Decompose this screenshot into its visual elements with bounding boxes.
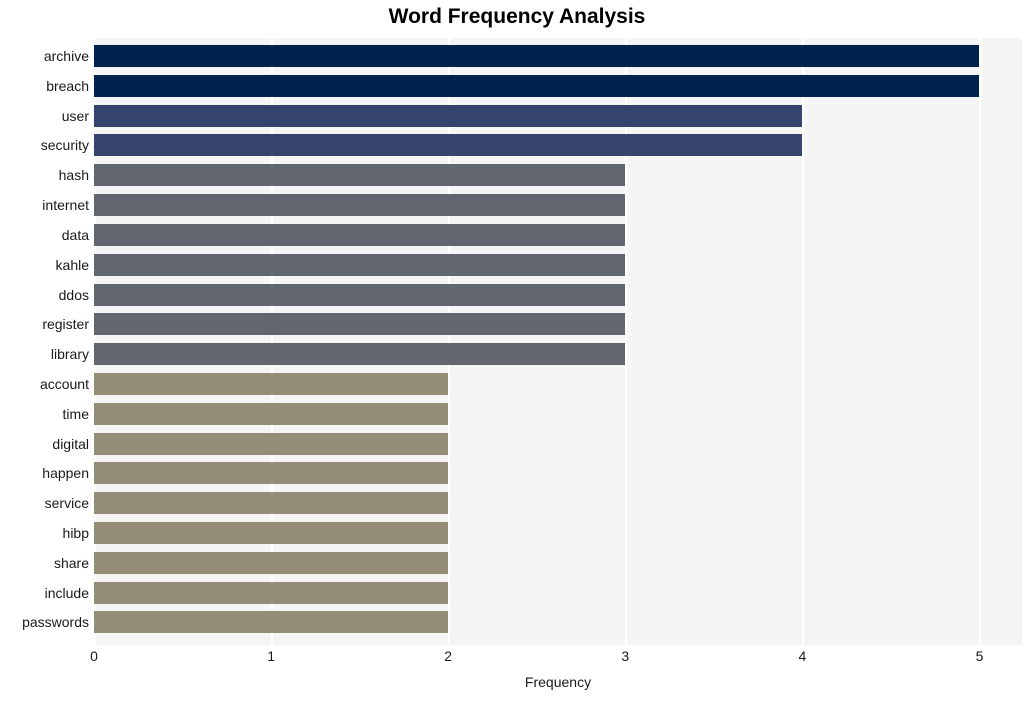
bar-library[interactable] (94, 343, 626, 366)
chart-figure: Word Frequency Analysis archive breach use… (0, 0, 1034, 701)
x-tick-label-5: 5 (975, 648, 984, 664)
bar-fill-hibp (94, 522, 449, 544)
bar-fill-breach (94, 74, 980, 97)
y-tick-label-time: time (62, 405, 89, 422)
bar-hash[interactable] (94, 164, 626, 187)
bar-breach[interactable] (94, 74, 980, 97)
bar-fill-kahle (94, 253, 626, 276)
y-tick-label-kahle: kahle (55, 256, 89, 273)
bar-kahle[interactable] (94, 253, 626, 276)
bar-fill-library (94, 343, 626, 366)
y-tick-label-data: data (61, 226, 89, 243)
plot-area (94, 38, 1022, 645)
x-tick-label-1: 1 (267, 648, 275, 664)
x-axis-title: Frequency (524, 674, 592, 690)
bar-data[interactable] (94, 223, 626, 246)
bar-share[interactable] (94, 551, 449, 574)
y-tick-label-archive: archive (43, 48, 89, 64)
bar-fill-hash (94, 164, 626, 187)
y-tick-label-happen: happen (42, 465, 89, 482)
gridline-x-2 (448, 38, 450, 645)
bar-passwords[interactable] (94, 611, 449, 634)
bar-fill-account (94, 372, 449, 395)
bar-archive[interactable] (94, 45, 980, 67)
y-tick-label-hash: hash (58, 167, 89, 184)
bar-fill-security (94, 134, 803, 157)
y-tick-label-service: service (44, 495, 89, 512)
bar-happen[interactable] (94, 462, 449, 485)
bar-fill-archive (94, 45, 980, 67)
bar-account[interactable] (94, 372, 449, 395)
bar-fill-digital (94, 432, 449, 455)
bar-include[interactable] (94, 581, 449, 604)
gridline-x-3 (625, 38, 627, 645)
bar-fill-include (94, 581, 449, 604)
x-tick-label-4: 4 (798, 648, 807, 664)
bar-security[interactable] (94, 134, 803, 157)
bar-ddos[interactable] (94, 283, 626, 306)
y-tick-label-digital: digital (52, 435, 89, 452)
y-tick-label-security: security (40, 137, 89, 154)
y-tick-label-register: register (42, 316, 89, 333)
bar-time[interactable] (94, 402, 449, 425)
bar-fill-passwords (94, 611, 449, 634)
x-tick-label-0: 0 (90, 648, 98, 664)
bar-fill-time (94, 402, 449, 425)
bar-digital[interactable] (94, 432, 449, 455)
y-tick-label-library: library (50, 346, 89, 363)
y-axis-tick-labels: archive breach user security hash internet dat… (0, 38, 89, 645)
bar-fill-service (94, 492, 449, 515)
x-axis-tick-labels: 0 1 2 3 4 5 (0, 648, 1034, 670)
gridline-x-4 (802, 38, 804, 645)
bar-fill-happen (94, 462, 449, 485)
y-tick-label-share: share (53, 554, 89, 571)
bar-service[interactable] (94, 492, 449, 515)
y-tick-label-account: account (39, 375, 89, 392)
bar-fill-data (94, 223, 626, 246)
y-tick-label-include: include (44, 584, 89, 601)
bar-fill-share (94, 551, 449, 574)
bar-register[interactable] (94, 313, 626, 336)
y-tick-label-breach: breach (46, 77, 89, 94)
y-tick-label-hibp: hibp (62, 525, 89, 541)
chart-title: Word Frequency Analysis (388, 5, 646, 28)
y-tick-label-passwords: passwords (22, 614, 89, 631)
bar-fill-register (94, 313, 626, 336)
y-tick-label-user: user (61, 107, 89, 124)
bar-internet[interactable] (94, 194, 626, 217)
y-tick-label-internet: internet (42, 197, 89, 214)
bar-fill-user (94, 104, 803, 127)
bar-fill-ddos (94, 283, 626, 306)
gridline-x-5 (979, 38, 981, 645)
bar-user[interactable] (94, 104, 803, 127)
x-tick-label-2: 2 (444, 648, 453, 664)
x-tick-label-3: 3 (621, 648, 630, 664)
bar-fill-internet (94, 194, 626, 217)
y-tick-label-ddos: ddos (58, 286, 89, 303)
bar-hibp[interactable] (94, 522, 449, 544)
